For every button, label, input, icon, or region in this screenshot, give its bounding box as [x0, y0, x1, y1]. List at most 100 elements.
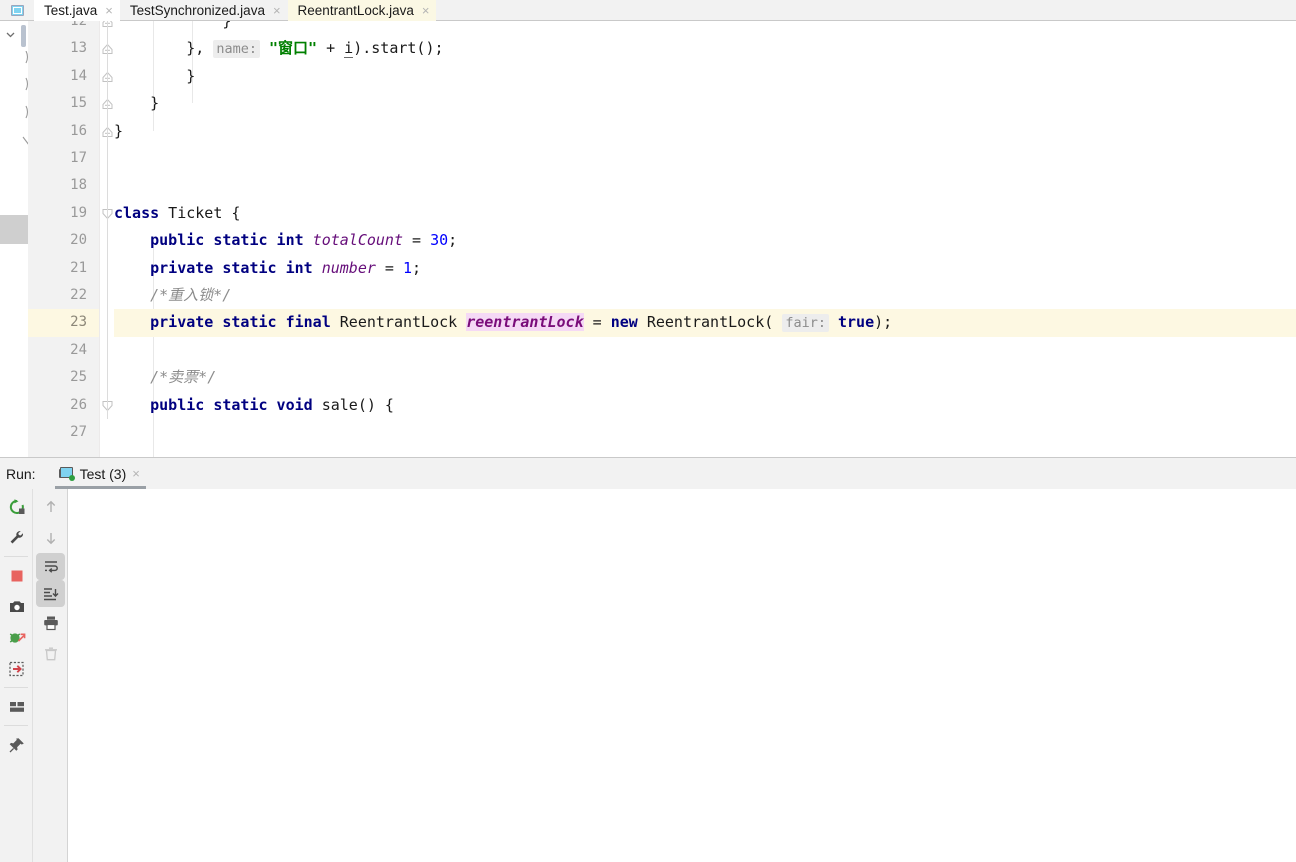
wrench-icon[interactable] — [0, 522, 33, 553]
code-token: = — [403, 231, 431, 250]
highlighted-identifier: reentrantLock — [466, 313, 584, 332]
run-toolbar-secondary-column — [34, 489, 67, 862]
code-token: ; — [412, 258, 422, 277]
code-line[interactable]: private static final ReentrantLock reent… — [114, 309, 892, 336]
close-icon[interactable]: × — [132, 466, 140, 481]
line-number: 22 — [70, 287, 87, 303]
fold-marker[interactable] — [102, 98, 113, 110]
code-line[interactable]: /*卖票*/ — [114, 364, 216, 391]
code-line[interactable]: public static void sale() { — [114, 392, 394, 419]
fold-marker[interactable] — [102, 126, 113, 138]
line-number: 23 — [70, 314, 87, 331]
fold-region-line — [106, 117, 108, 145]
export-icon[interactable] — [0, 653, 33, 684]
line-number: 27 — [70, 424, 87, 440]
tab-icon-slot — [0, 0, 34, 20]
chevron-down-icon[interactable] — [5, 29, 16, 40]
arrow-up-icon[interactable] — [34, 491, 67, 522]
scroll-to-end-icon[interactable] — [36, 580, 65, 607]
current-line-highlight — [28, 309, 99, 337]
pin-icon[interactable] — [0, 729, 33, 760]
fold-collapse-marker[interactable] — [102, 400, 113, 412]
thread-dump-icon[interactable] — [0, 622, 33, 653]
code-token: new — [610, 313, 638, 332]
editor-code-area[interactable]: } }, name: "窗口" + i).start(); } }} class … — [114, 21, 1296, 457]
editor-gutter[interactable]: 12 13 14 15 16 17 18 19 20 21 22 23 24 25 26 27 — [28, 21, 100, 457]
code-token: ).start(); — [353, 39, 444, 58]
line-number: 19 — [70, 204, 87, 221]
code-token: number — [312, 258, 376, 277]
line-number: 25 — [70, 369, 87, 386]
run-console-output[interactable] — [68, 489, 1296, 862]
toolbar-divider — [4, 725, 28, 726]
fold-marker[interactable] — [102, 43, 113, 55]
line-number: 24 — [70, 341, 87, 358]
editor-tab-testsynchronized[interactable]: TestSynchronized.java × — [120, 0, 288, 21]
editor-fold-column[interactable] — [100, 21, 114, 457]
code-token: Ticket { — [159, 203, 241, 222]
code-line[interactable]: } — [114, 63, 195, 90]
camera-icon[interactable] — [0, 591, 33, 622]
fold-region-line — [106, 309, 108, 337]
fold-region-line — [106, 21, 108, 36]
editor-tab-test[interactable]: Test.java × — [34, 0, 120, 21]
line-number: 14 — [70, 67, 87, 84]
close-icon[interactable]: × — [271, 4, 281, 17]
arrow-down-icon[interactable] — [34, 522, 67, 553]
line-number: 21 — [70, 259, 87, 276]
code-line[interactable]: /*重入锁*/ — [114, 282, 231, 309]
code-token: 30 — [430, 231, 449, 250]
code-token: ReentrantLock — [330, 313, 467, 332]
fold-marker[interactable] — [102, 21, 113, 28]
code-line[interactable]: class Ticket { — [114, 200, 240, 227]
tab-bar-filler — [436, 0, 1296, 20]
parameter-hint: fair: — [782, 314, 829, 333]
fold-region-line — [106, 364, 108, 392]
close-icon[interactable]: × — [103, 4, 113, 17]
layout-icon[interactable] — [0, 691, 33, 722]
fold-region-line — [106, 145, 108, 173]
code-token: sale() { — [312, 395, 394, 414]
code-line[interactable]: } — [114, 118, 123, 145]
code-token: class — [114, 203, 160, 222]
fold-region-line — [106, 62, 108, 91]
code-token: } — [150, 94, 160, 113]
code-token: ReentrantLock( — [637, 313, 783, 332]
code-token: public static int — [150, 231, 304, 250]
java-file-icon — [10, 4, 24, 16]
soft-wrap-icon[interactable] — [36, 553, 65, 580]
code-editor[interactable]: 12 13 14 15 16 17 18 19 20 21 22 23 24 25 26 27 } }, na… — [0, 21, 1296, 457]
editor-vertical-scrollbar-thumb[interactable] — [21, 25, 26, 47]
code-line[interactable]: } — [114, 90, 159, 117]
stop-icon[interactable] — [0, 560, 33, 591]
code-token: 1 — [403, 258, 413, 277]
rerun-icon[interactable] — [0, 491, 33, 522]
editor-tab-reentrantlock[interactable]: ReentrantLock.java × — [287, 0, 437, 21]
code-line[interactable]: public static int totalCount = 30; — [114, 227, 457, 254]
fold-marker[interactable] — [102, 71, 113, 83]
editor-tab-bar: Test.java × TestSynchronized.java × Reen… — [0, 0, 1296, 21]
line-number: 20 — [70, 232, 87, 249]
close-icon[interactable]: × — [420, 4, 430, 17]
run-label: Run: — [6, 465, 36, 482]
code-line[interactable]: }, name: "窗口" + i).start(); — [114, 35, 444, 62]
fold-region-line — [106, 172, 108, 200]
print-icon[interactable] — [34, 607, 67, 638]
fold-region-line — [106, 35, 108, 63]
code-token: totalCount — [303, 231, 403, 250]
run-tab-label: Test (3) — [79, 465, 127, 482]
fold-collapse-marker[interactable] — [102, 208, 113, 220]
code-line[interactable]: } — [114, 21, 231, 35]
ide-window: Test.java × TestSynchronized.java × Reen… — [0, 0, 1296, 862]
run-tab-test[interactable]: Test (3) × — [54, 458, 147, 489]
code-line[interactable]: private static int number = 1; — [114, 255, 421, 282]
code-token: = — [583, 313, 611, 332]
clear-all-icon[interactable] — [34, 638, 67, 669]
code-token: private static final — [150, 313, 331, 332]
code-token: + — [317, 39, 345, 58]
run-config-icon — [58, 467, 75, 481]
